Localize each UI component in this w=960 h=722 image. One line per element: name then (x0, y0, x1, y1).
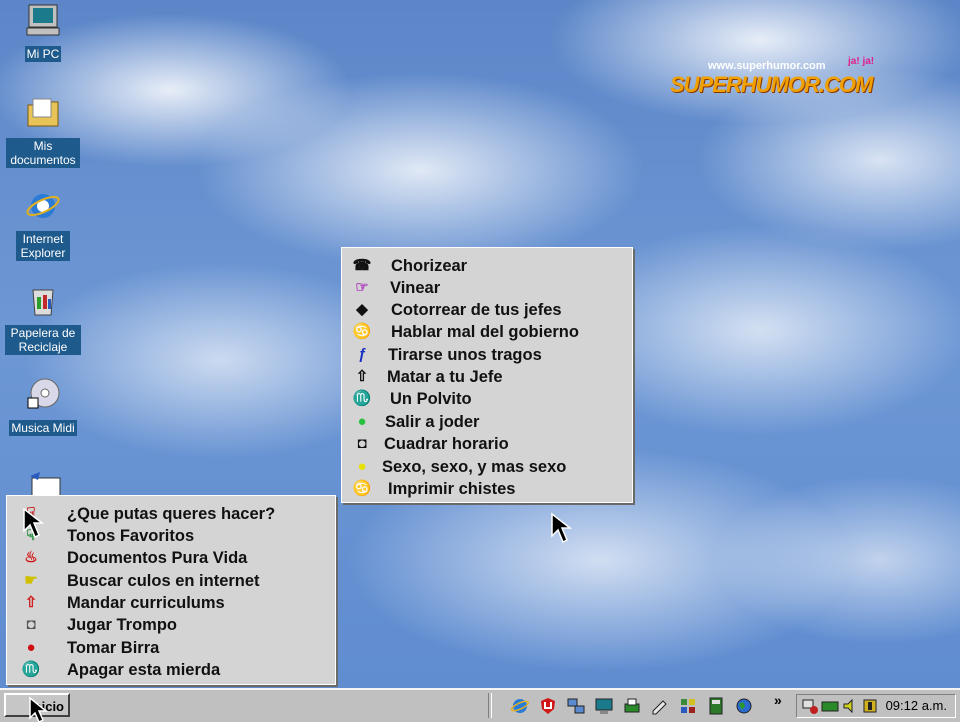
superhumor-logo: www.superhumor.com ja! ja! SUPERHUMOR.CO… (668, 56, 900, 102)
menu-item-matar-jefe[interactable]: ⇧ Matar a tu Jefe (342, 366, 632, 388)
tray-network-icon[interactable] (821, 697, 839, 715)
scroll-symbol-icon: ♋ (352, 323, 372, 340)
green-dot-icon: ● (357, 413, 367, 430)
desktop-icon-label: Mi PC (24, 46, 62, 62)
desktop: Mi PC Mis documentos Internet Explorer P… (0, 0, 960, 720)
mouse-cursor-icon (23, 507, 45, 539)
taskbar-separator (488, 693, 492, 718)
start-item-que-hacer[interactable]: ☟ ¿Que putas queres hacer? (7, 503, 335, 525)
system-tray: 09:12 a.m. (796, 694, 956, 718)
mouse-cursor-icon (29, 696, 49, 722)
menu-item-vinear[interactable]: ☞ Vinear (342, 277, 632, 299)
start-item-curriculums[interactable]: ⇧ Mandar curriculums (7, 592, 335, 614)
menu-item-chorizear[interactable]: ☎ Chorizear (342, 255, 632, 277)
desktop-icon-papelera[interactable]: Papelera de Reciclaje (5, 282, 81, 356)
mouse-cursor-icon (551, 512, 573, 544)
menu-item-hablar-mal[interactable]: ♋ Hablar mal del gobierno (342, 321, 632, 343)
quicklaunch-antivirus-icon[interactable] (538, 696, 558, 716)
up-arrow-outline-icon: ⇧ (24, 594, 38, 611)
quicklaunch-pencil-icon[interactable] (650, 696, 670, 716)
cd-audio-icon (27, 378, 60, 409)
folder-icon (27, 98, 59, 127)
quicklaunch-globe-icon[interactable] (734, 696, 754, 716)
m-glyph-icon: ♏ (21, 661, 41, 678)
diamond-icon: ◆ (356, 301, 368, 318)
desktop-icon-internet-explorer[interactable]: Internet Explorer (5, 188, 81, 262)
desktop-icon-label: Musica Midi (9, 420, 77, 436)
phone-icon: ☎ (352, 257, 372, 274)
quicklaunch-printer-icon[interactable] (622, 696, 642, 716)
start-item-trompo[interactable]: ◘ Jugar Trompo (7, 614, 335, 636)
start-item-birra[interactable]: ● Tomar Birra (7, 637, 335, 659)
menu-item-cuadrar[interactable]: ◘ Cuadrar horario (342, 433, 632, 455)
logo-url: www.superhumor.com (708, 60, 826, 72)
start-item-tonos[interactable]: ☟ Tonos Favoritos (7, 525, 335, 547)
cancer-sign-icon: ♋ (352, 480, 372, 497)
menu-item-sexo[interactable]: ● Sexo, sexo, y mas sexo (342, 456, 632, 478)
taskbar: Inicio » 09:12 a.m. (0, 688, 960, 722)
start-item-buscar[interactable]: ☛ Buscar culos en internet (7, 570, 335, 592)
quicklaunch-monitor-icon[interactable] (594, 696, 614, 716)
m-glyph-icon: ♏ (352, 390, 372, 407)
start-item-apagar[interactable]: ♏ Apagar esta mierda (7, 659, 335, 681)
clock[interactable]: 09:12 a.m. (886, 695, 947, 717)
logo-brand: SUPERHUMOR.COM (670, 72, 873, 97)
desktop-icon-mis-documentos[interactable]: Mis documentos (5, 95, 81, 169)
square-outline-icon: ◘ (26, 616, 36, 633)
red-dot-icon: ● (26, 639, 36, 656)
internet-explorer-icon (26, 194, 60, 218)
quicklaunch-internet-explorer-icon[interactable] (510, 696, 530, 716)
menu-item-salir[interactable]: ● Salir a joder (342, 411, 632, 433)
tray-volume-icon[interactable] (841, 697, 859, 715)
popup-menu: ☎ Chorizear ☞ Vinear ◆ Cotorrear de tus … (341, 247, 633, 503)
quicklaunch-network-icon[interactable] (566, 696, 586, 716)
start-menu: ☟ ¿Que putas queres hacer? ☟ Tonos Favor… (6, 495, 336, 685)
start-item-documentos[interactable]: ♨ Documentos Pura Vida (7, 547, 335, 569)
quicklaunch-book-icon[interactable] (706, 696, 726, 716)
logo-laughs: ja! ja! (848, 56, 875, 67)
my-computer-icon (26, 4, 60, 36)
menu-item-polvito[interactable]: ♏ Un Polvito (342, 388, 632, 410)
hand-point-icon: ☛ (24, 572, 38, 589)
up-arrow-outline-icon: ⇧ (355, 368, 369, 385)
menu-item-cotorrear[interactable]: ◆ Cotorrear de tus jefes (342, 299, 632, 321)
desktop-icon-mi-pc[interactable]: Mi PC (5, 2, 81, 63)
menu-item-imprimir[interactable]: ♋ Imprimir chistes (342, 478, 632, 500)
flame-icon: ♨ (24, 549, 38, 566)
script-f-icon: ƒ (357, 346, 367, 363)
desktop-icon-label: Internet Explorer (16, 231, 70, 261)
square-outline-icon: ◘ (357, 435, 367, 452)
yellow-dot-icon: ● (357, 458, 367, 475)
menu-item-tragos[interactable]: ƒ Tirarse unos tragos (342, 344, 632, 366)
quicklaunch-chevron-icon[interactable]: » (774, 692, 782, 708)
tray-dialup-icon[interactable] (801, 697, 819, 715)
quicklaunch-tools-icon[interactable] (678, 696, 698, 716)
pointing-hand-icon: ☞ (355, 279, 369, 296)
desktop-icon-musica-midi[interactable]: Musica Midi (5, 376, 81, 437)
tray-app-icon[interactable] (861, 697, 879, 715)
desktop-icon-label: Papelera de Reciclaje (5, 325, 81, 355)
recycle-bin-icon (32, 289, 54, 316)
desktop-icon-label: Mis documentos (6, 138, 80, 168)
